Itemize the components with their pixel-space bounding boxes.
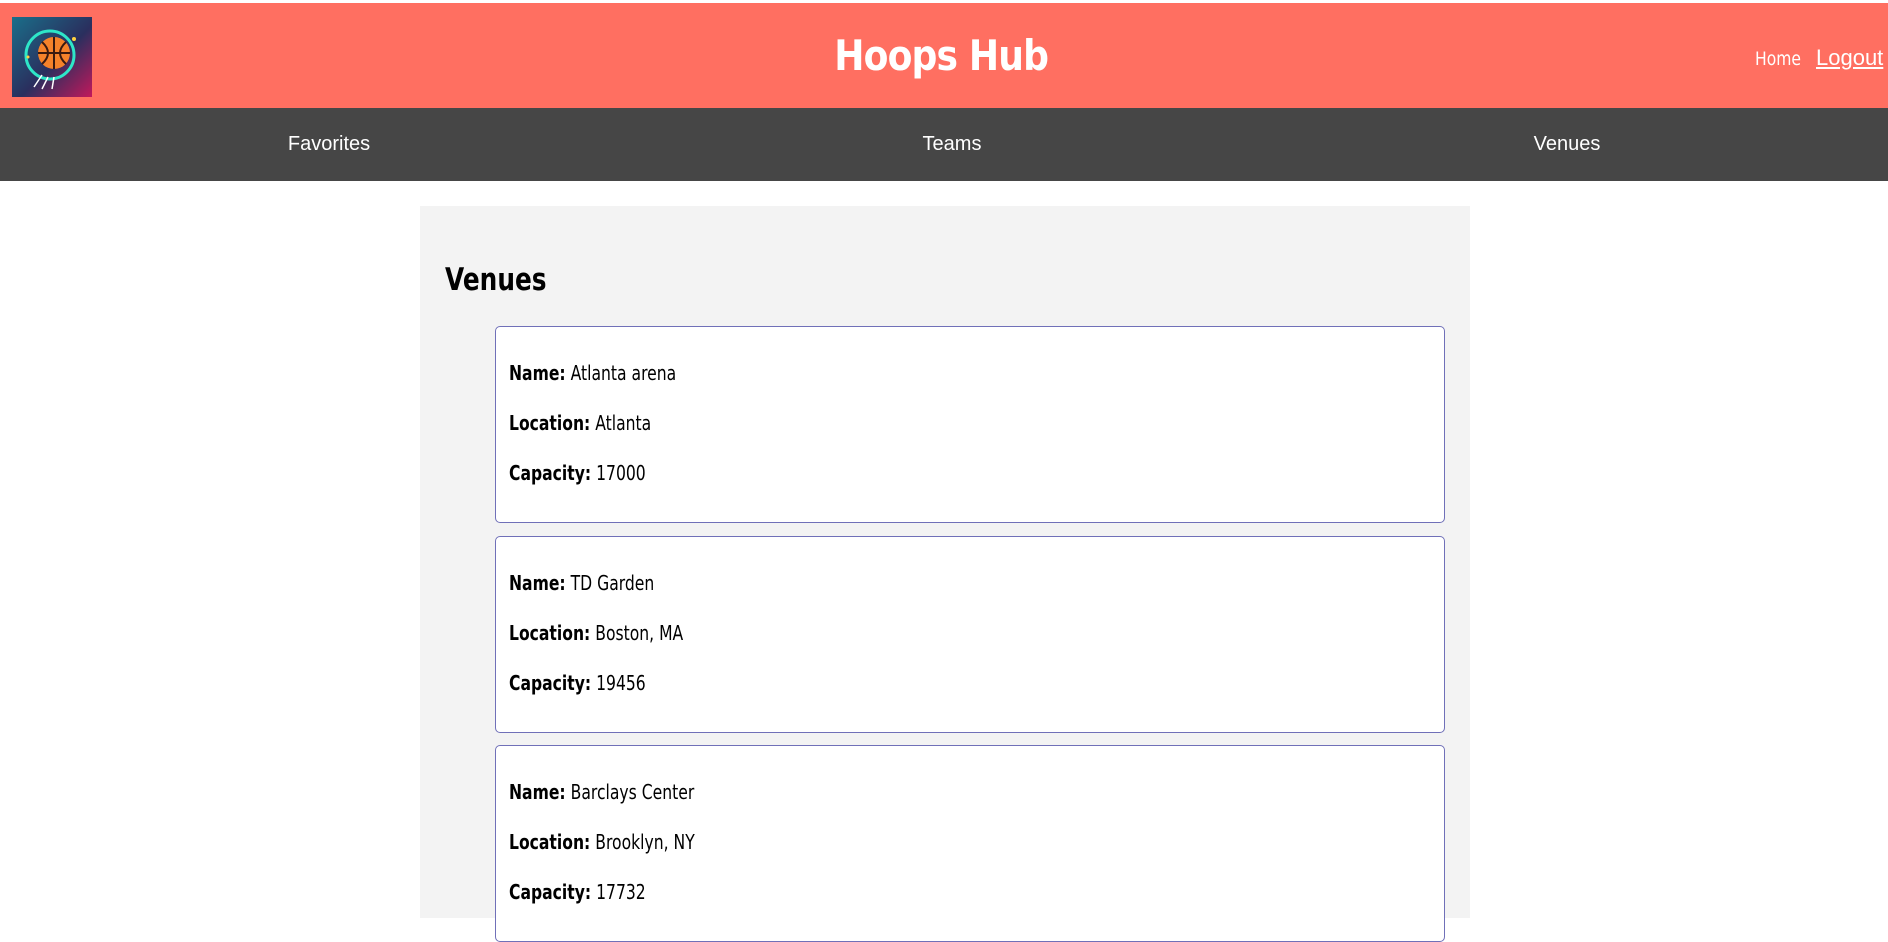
- capacity-label: Capacity:: [509, 880, 592, 904]
- venue-name: Name: TD Garden: [509, 571, 654, 595]
- page-title: Venues: [445, 262, 547, 298]
- basketball-logo-icon[interactable]: [12, 17, 92, 97]
- capacity-label: Capacity:: [509, 461, 592, 485]
- name-label: Name:: [509, 361, 566, 385]
- venue-capacity: Capacity: 17000: [509, 461, 646, 485]
- location-label: Location:: [509, 411, 591, 435]
- venue-name: Name: Barclays Center: [509, 780, 694, 804]
- venue-card: Name: Barclays Center Location: Brooklyn…: [495, 745, 1445, 942]
- name-label: Name:: [509, 571, 566, 595]
- logout-link[interactable]: Logout: [1816, 45, 1883, 71]
- nav-item-venues[interactable]: Venues: [1534, 133, 1601, 156]
- location-value: Atlanta: [595, 411, 652, 435]
- nav-item-teams[interactable]: Teams: [923, 133, 982, 156]
- venue-card: Name: Atlanta arena Location: Atlanta Ca…: [495, 326, 1445, 523]
- venue-location: Location: Brooklyn, NY: [509, 830, 695, 854]
- capacity-value: 17732: [596, 880, 646, 904]
- venue-card: Name: TD Garden Location: Boston, MA Cap…: [495, 536, 1445, 733]
- name-value: Barclays Center: [570, 780, 695, 804]
- venue-capacity: Capacity: 17732: [509, 880, 646, 904]
- main-nav: Favorites Teams Venues: [0, 108, 1888, 181]
- site-title: Hoops Hub: [834, 31, 1049, 80]
- name-value: Atlanta arena: [570, 361, 677, 385]
- venue-location: Location: Boston, MA: [509, 621, 683, 645]
- site-header: Hoops Hub Home Logout: [0, 3, 1888, 108]
- location-label: Location:: [509, 621, 591, 645]
- location-label: Location:: [509, 830, 591, 854]
- capacity-label: Capacity:: [509, 671, 592, 695]
- venue-location: Location: Atlanta: [509, 411, 651, 435]
- venue-name: Name: Atlanta arena: [509, 361, 676, 385]
- capacity-value: 17000: [596, 461, 646, 485]
- location-value: Boston, MA: [595, 621, 684, 645]
- name-label: Name:: [509, 780, 566, 804]
- nav-item-favorites[interactable]: Favorites: [288, 133, 370, 156]
- home-link[interactable]: Home: [1755, 48, 1801, 70]
- capacity-value: 19456: [596, 671, 646, 695]
- venue-capacity: Capacity: 19456: [509, 671, 646, 695]
- location-value: Brooklyn, NY: [595, 830, 695, 854]
- name-value: TD Garden: [570, 571, 655, 595]
- venues-panel: Venues Name: Atlanta arena Location: Atl…: [420, 206, 1470, 942]
